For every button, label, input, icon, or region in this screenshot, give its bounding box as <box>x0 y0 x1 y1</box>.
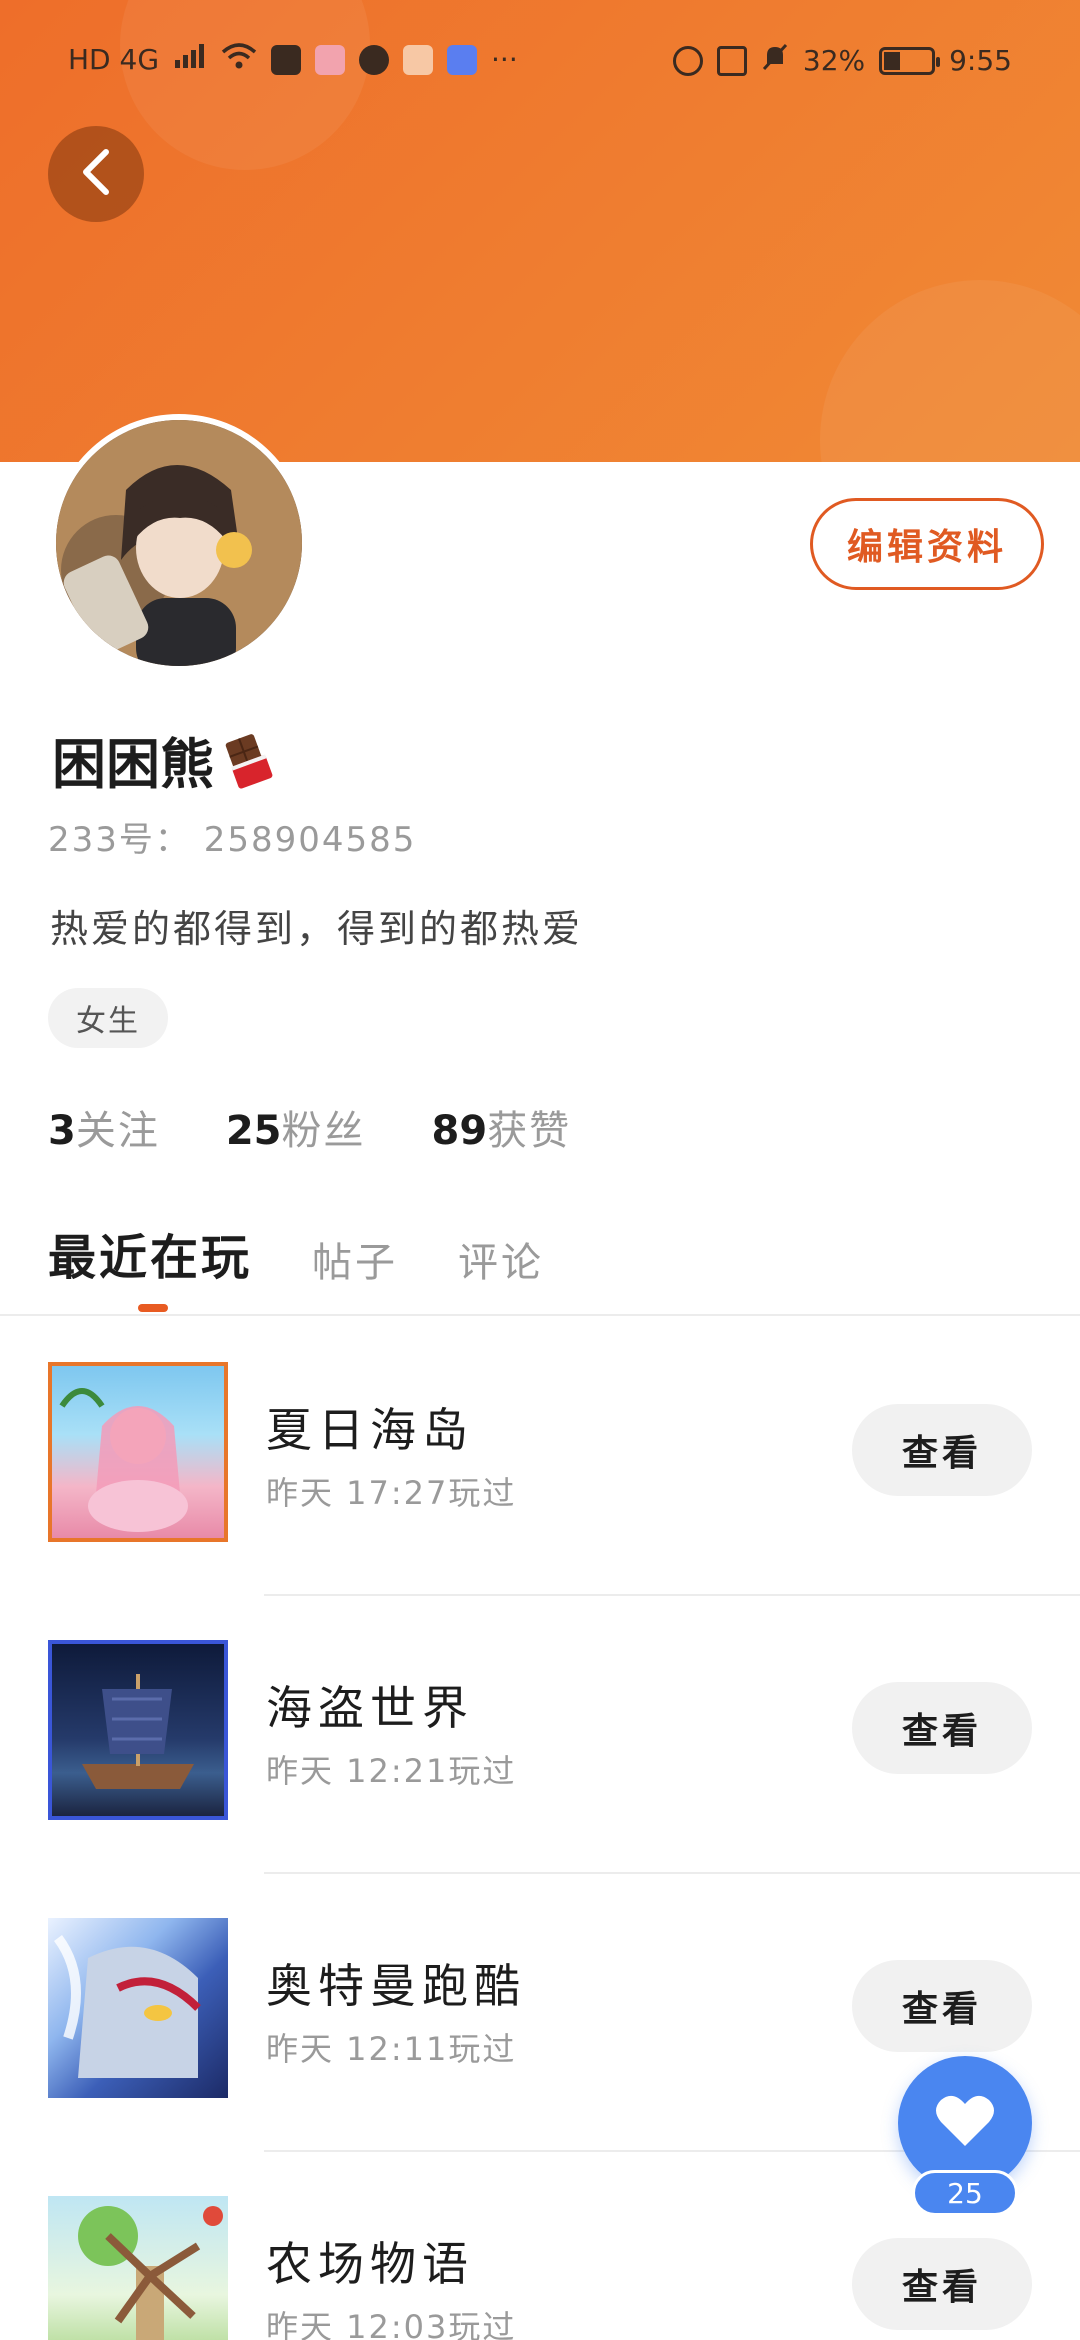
shopping-app-icon <box>315 44 346 75</box>
last-played-time: 昨天 17:27玩过 <box>266 1474 517 1512</box>
tabs-divider <box>0 1314 1080 1316</box>
tab-recently-played[interactable]: 最近在玩 <box>48 1218 252 1288</box>
header-decoration <box>820 280 1080 462</box>
game-title: 农场物语 <box>266 2237 474 2291</box>
game-thumbnail <box>48 1918 228 2098</box>
content-tabs: 最近在玩 帖子 评论 <box>48 1218 544 1288</box>
stat-label: 粉丝 <box>281 1108 366 1154</box>
more-notifications-icon: ··· <box>491 43 518 76</box>
video-app-icon <box>403 44 434 75</box>
back-button[interactable] <box>48 126 144 222</box>
user-id: 233号： 258904585 <box>48 820 417 860</box>
status-bar-right: 32% 9:55 <box>672 42 1012 79</box>
stat-number: 25 <box>225 1108 282 1154</box>
stat-likes[interactable]: 89 获赞 <box>432 1098 572 1156</box>
stat-number: 3 <box>48 1108 76 1154</box>
last-played-time: 昨天 12:21玩过 <box>266 1752 517 1790</box>
last-played-time: 昨天 12:11玩过 <box>266 2030 517 2068</box>
avatar[interactable] <box>50 414 308 672</box>
tab-posts[interactable]: 帖子 <box>312 1230 398 1288</box>
active-tab-indicator <box>138 1304 168 1312</box>
list-item[interactable]: 夏日海岛 昨天 17:27玩过 查看 <box>0 1318 1080 1596</box>
game-thumbnail <box>48 2196 228 2340</box>
mute-bell-icon <box>761 42 789 79</box>
chevron-left-icon <box>76 146 116 202</box>
battery-percent: 32% <box>802 44 866 77</box>
data-saver-icon <box>672 45 703 76</box>
nfc-icon <box>716 45 747 76</box>
avatar-illustration <box>56 420 302 666</box>
game-title: 夏日海岛 <box>266 1403 474 1457</box>
edit-profile-button[interactable]: 编辑资料 <box>810 498 1044 590</box>
view-button[interactable]: 查看 <box>852 1682 1032 1774</box>
stat-number: 89 <box>431 1108 488 1154</box>
game-thumbnail <box>48 1362 228 1542</box>
favorite-count-badge: 25 <box>912 2170 1018 2216</box>
network-label: HD 4G <box>68 43 160 76</box>
signal-icon <box>173 42 207 77</box>
game-title: 海盗世界 <box>266 1681 474 1735</box>
view-button[interactable]: 查看 <box>852 1404 1032 1496</box>
stat-label: 获赞 <box>487 1108 572 1154</box>
view-button[interactable]: 查看 <box>852 2238 1032 2330</box>
game-title: 奥特曼跑酷 <box>266 1959 526 2013</box>
view-button[interactable]: 查看 <box>852 1960 1032 2052</box>
tab-comments[interactable]: 评论 <box>458 1230 544 1288</box>
stat-label: 关注 <box>75 1108 160 1154</box>
status-bar: HD 4G ··· 32% 9:55 <box>0 36 1080 88</box>
stats-row: 3 关注 25 粉丝 89 获赞 <box>48 1098 571 1156</box>
gender-tag: 女生 <box>48 988 168 1048</box>
chocolate-emoji-icon <box>220 730 280 790</box>
status-bar-left: HD 4G ··· <box>68 42 518 77</box>
list-item[interactable]: 海盗世界 昨天 12:21玩过 查看 <box>0 1596 1080 1874</box>
basketball-app-icon <box>359 44 390 75</box>
upload-icon <box>271 44 302 75</box>
stat-followers[interactable]: 25 粉丝 <box>226 1098 366 1156</box>
stat-following[interactable]: 3 关注 <box>48 1098 160 1156</box>
bio: 热爱的都得到，得到的都热爱 <box>50 907 584 951</box>
last-played-time: 昨天 12:03玩过 <box>266 2308 517 2340</box>
game-thumbnail <box>48 1640 228 1820</box>
clock: 9:55 <box>949 44 1012 77</box>
heart-icon <box>935 2094 995 2152</box>
battery-icon <box>879 46 941 75</box>
wifi-icon <box>221 42 257 77</box>
nickname: 困困熊 <box>52 733 214 796</box>
profile-nickname-row: 困困熊 <box>52 720 280 799</box>
music-app-icon <box>447 44 478 75</box>
